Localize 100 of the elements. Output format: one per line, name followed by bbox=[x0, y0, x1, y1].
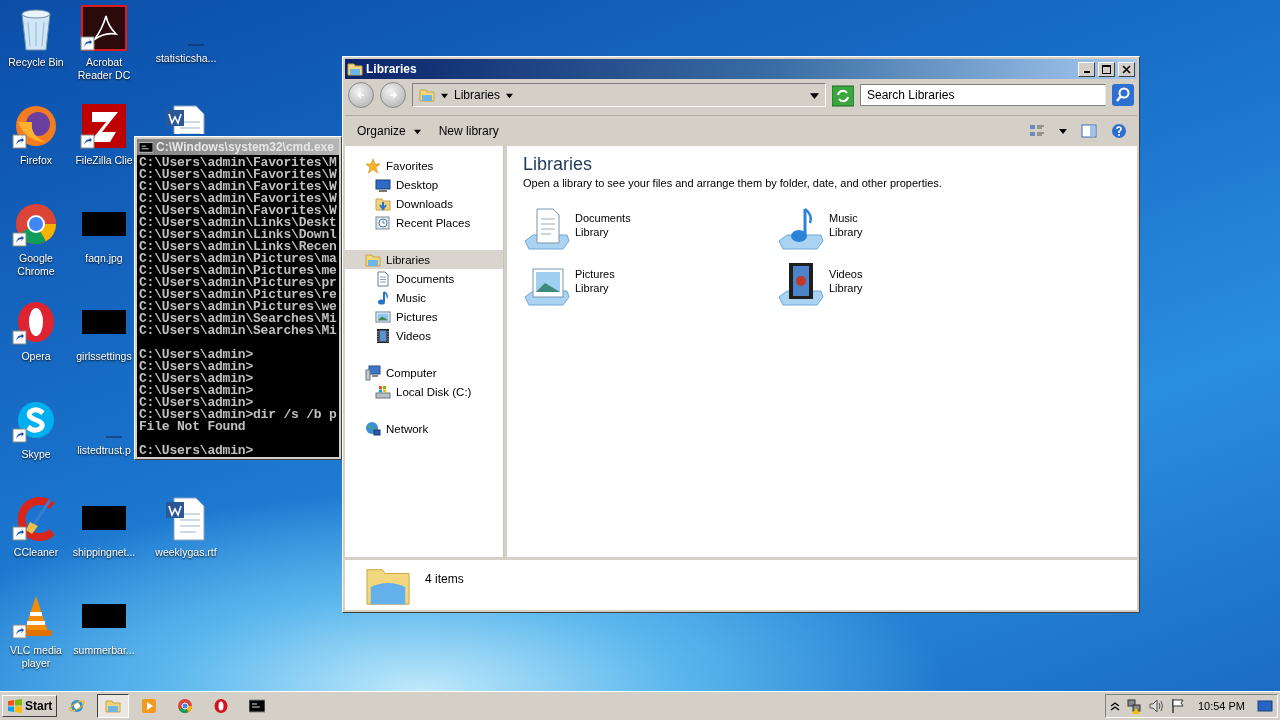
desktop-shortcut[interactable]: faqn.jpg bbox=[80, 200, 128, 265]
nav-item[interactable]: Downloads bbox=[345, 194, 503, 213]
maximize-icon bbox=[1102, 64, 1111, 74]
nav-item[interactable]: Network bbox=[345, 419, 503, 438]
play-icon bbox=[141, 698, 158, 714]
computer-icon bbox=[365, 364, 381, 381]
nav-item[interactable]: Documents bbox=[345, 269, 503, 288]
search-button[interactable] bbox=[1112, 84, 1134, 106]
console-line: C:\Users\admin> bbox=[139, 349, 255, 361]
console-line: C:\Users\admin> bbox=[139, 373, 255, 385]
pane-icon bbox=[1081, 123, 1097, 139]
caret-icon bbox=[413, 127, 421, 135]
terminal-icon bbox=[139, 140, 153, 154]
breadcrumb[interactable]: Libraries bbox=[454, 88, 501, 102]
desktop-shortcut[interactable]: Opera bbox=[12, 298, 60, 363]
terminal-icon bbox=[249, 698, 266, 714]
console-line: C:\Users\admin> bbox=[139, 361, 255, 373]
console-line: C:\Users\admin\Pictures\we bbox=[139, 301, 337, 313]
search-icon bbox=[1112, 84, 1134, 106]
desktop-shortcut[interactable]: listedtrust.p bbox=[77, 396, 131, 457]
nav-item[interactable]: Music bbox=[345, 288, 503, 307]
arrow-left-icon bbox=[355, 89, 367, 101]
desktop-shortcut[interactable]: Acrobat Reader DC bbox=[72, 4, 136, 82]
console-line: C:\Users\admin\Searches\Mi bbox=[139, 325, 337, 337]
star-icon bbox=[365, 157, 381, 174]
console-line: C:\Users\admin\Favorites\M bbox=[139, 157, 337, 169]
console-line: C:\Users\admin> bbox=[139, 397, 254, 409]
clock-folder-icon bbox=[375, 214, 391, 231]
globe-icon bbox=[365, 420, 381, 437]
globe-icon bbox=[69, 698, 86, 714]
library-item[interactable]: Music Library bbox=[777, 205, 1031, 253]
document-icon bbox=[375, 270, 391, 287]
console-line: C:\Users\admin\Links\Recen bbox=[139, 241, 337, 253]
console-line: C:\Users\admin\Favorites\W bbox=[139, 169, 337, 181]
minimize-icon bbox=[1083, 71, 1090, 73]
desktop-shortcut[interactable]: Firefox bbox=[12, 102, 60, 167]
desktop-shortcut[interactable]: FileZilla Clie bbox=[75, 102, 133, 167]
console-line: C:\Users\admin\Favorites\W bbox=[139, 205, 337, 217]
view-list-icon bbox=[1029, 123, 1045, 139]
document-library-icon bbox=[523, 205, 571, 253]
maximize-button[interactable] bbox=[1098, 61, 1115, 77]
console-line: File Not Found bbox=[139, 421, 247, 433]
library-item[interactable]: Documents Library bbox=[523, 205, 777, 253]
description: Open a library to see your files and arrange them by folder, date, and other properties. bbox=[523, 177, 943, 189]
start-button[interactable]: Start bbox=[2, 695, 58, 717]
folder-icon bbox=[105, 698, 122, 714]
clock[interactable]: 10:54 PM bbox=[1191, 700, 1251, 712]
toolbar-button[interactable]: New library bbox=[432, 121, 505, 141]
console-line: C:\Users\admin\Links\Deskt bbox=[139, 217, 337, 229]
desktop-shortcut[interactable]: shippingnet... bbox=[72, 494, 136, 559]
folder-icon bbox=[347, 61, 363, 77]
desktop-shortcut[interactable]: Skype bbox=[12, 396, 60, 461]
page-heading: Libraries bbox=[523, 154, 594, 175]
desktop-shortcut[interactable]: Recycle Bin bbox=[8, 4, 64, 69]
caret-icon bbox=[506, 91, 514, 99]
folder-icon bbox=[419, 87, 435, 103]
console-line: C:\Users\admin\Searches\Mi bbox=[139, 313, 337, 325]
library-item[interactable]: Pictures Library bbox=[523, 261, 777, 309]
caret-icon bbox=[441, 91, 448, 99]
desktop-shortcut[interactable]: statisticsha... bbox=[155, 4, 217, 65]
nav-item[interactable]: Videos bbox=[345, 326, 503, 345]
nav-item[interactable]: Libraries bbox=[345, 250, 503, 269]
nav-item[interactable]: Local Disk (C:) bbox=[345, 382, 503, 401]
network-icon[interactable] bbox=[1125, 698, 1142, 714]
item-count: 4 items bbox=[425, 572, 464, 586]
address-bar[interactable]: Libraries bbox=[412, 83, 826, 107]
nav-item[interactable]: Pictures bbox=[345, 307, 503, 326]
show-desktop-icon[interactable] bbox=[1257, 698, 1273, 714]
nav-item[interactable]: Desktop bbox=[345, 175, 503, 194]
nav-item[interactable]: Favorites bbox=[345, 156, 503, 175]
window-title: C:\Windows\system32\cmd.exe bbox=[156, 140, 334, 154]
browser-icon bbox=[177, 698, 194, 714]
flag-icon[interactable] bbox=[1169, 698, 1186, 714]
desktop-shortcut[interactable]: CCleaner bbox=[12, 494, 60, 559]
speaker-icon[interactable] bbox=[1147, 698, 1164, 714]
library-item[interactable]: Videos Library bbox=[777, 261, 1031, 309]
search-field[interactable]: Search Libraries bbox=[860, 84, 1106, 106]
chevron-up-icon[interactable] bbox=[1109, 701, 1120, 711]
desktop-shortcut[interactable]: Google Chrome bbox=[0, 200, 72, 278]
console-line: C:\Users\admin> bbox=[139, 445, 255, 457]
console-line: C:\Users\admin\Pictures\me bbox=[139, 265, 337, 277]
ring-icon bbox=[213, 698, 230, 714]
help-icon bbox=[1111, 123, 1127, 139]
back-button[interactable] bbox=[348, 82, 374, 108]
menu-button[interactable]: Organize bbox=[351, 121, 427, 141]
nav-item[interactable]: Recent Places bbox=[345, 213, 503, 232]
download-folder-icon bbox=[375, 195, 391, 212]
minimize-button[interactable] bbox=[1078, 61, 1095, 77]
landscape-picture-icon bbox=[375, 308, 391, 325]
refresh-button[interactable] bbox=[832, 85, 854, 105]
taskbar-button[interactable] bbox=[97, 694, 130, 718]
hard-disk-icon bbox=[375, 383, 391, 400]
close-button[interactable] bbox=[1118, 61, 1135, 77]
caret-icon bbox=[1059, 127, 1067, 135]
console-line: C:\Users\admin>dir /s /b p bbox=[139, 409, 337, 421]
forward-button[interactable] bbox=[380, 82, 406, 108]
folder-icon bbox=[365, 251, 381, 268]
nav-item[interactable]: Computer bbox=[345, 363, 503, 382]
desktop-shortcut[interactable]: girlssettings bbox=[76, 298, 132, 363]
console-line: C:\Users\admin> bbox=[139, 385, 255, 397]
